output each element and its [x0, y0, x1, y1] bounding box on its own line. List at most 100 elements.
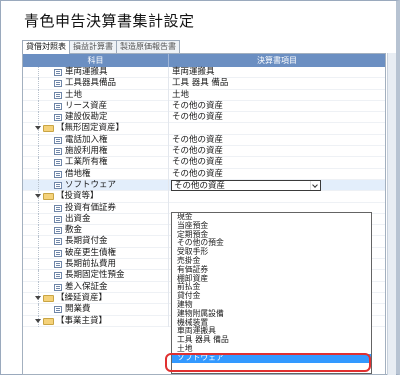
vertical-scrollbar[interactable]: [387, 53, 396, 375]
account-item-icon: [54, 306, 62, 314]
statement-item-cell[interactable]: 土地: [170, 90, 385, 101]
statement-item-value: その他の資産: [172, 168, 224, 179]
statement-item-cell[interactable]: その他の資産: [170, 101, 385, 112]
tree-folder-row[interactable]: 【投資等】: [23, 191, 385, 203]
account-cell: 【無形固定資産】: [23, 123, 169, 135]
tree-connector-line: [38, 179, 39, 192]
collapse-toggle-icon[interactable]: [35, 295, 41, 300]
statement-item-cell[interactable]: その他の資産: [170, 135, 385, 146]
account-item-icon: [54, 148, 62, 156]
tab-bar: 貸借対照表 損益計算書 製造原価報告書: [22, 40, 180, 54]
tree-connector-line: [38, 304, 39, 316]
statement-item-cell[interactable]: その他の資産: [170, 169, 385, 180]
account-cell: 長期前払費用: [23, 259, 169, 271]
statement-item-select[interactable]: その他の資産: [171, 179, 321, 191]
table-row[interactable]: 施設利用権 その他の資産: [23, 146, 385, 158]
category-label: 【無形固定資産】: [56, 123, 125, 134]
chevron-down-icon[interactable]: [310, 180, 320, 190]
tree-connector-line: [38, 67, 39, 79]
table-row[interactable]: 土地 土地: [23, 89, 385, 101]
account-cell: 施設利用権: [23, 146, 169, 158]
account-label: 建設仮勘定: [65, 112, 108, 123]
column-header-account[interactable]: 科目: [23, 54, 169, 67]
statement-item-dropdown-list: 現金 当座預金 定期預金 その他の預金 受取手形 売掛金 有価証券 棚卸資産 前払金 貸付金 建物建…: [171, 212, 372, 374]
grid-header: 科目 決算書項目: [23, 54, 385, 67]
account-item-icon: [54, 91, 62, 99]
account-item-icon: [54, 261, 62, 269]
account-cell: 長期固定性預金: [23, 270, 169, 282]
column-header-statement-item[interactable]: 決算書項目: [169, 54, 385, 67]
statement-item-value: 車両運搬具: [172, 67, 215, 77]
account-cell: 投資有価証券: [23, 202, 169, 214]
account-label: 長期固定性預金: [65, 270, 125, 281]
account-label: 工具器具備品: [65, 78, 117, 89]
folder-icon: [43, 193, 54, 201]
account-item-icon: [54, 227, 62, 235]
page-title: 青色申告決算書集計設定: [24, 12, 195, 30]
table-row[interactable]: 工具器具備品 工具 器具 備品: [23, 78, 385, 90]
table-row[interactable]: 電話加入権 その他の資産: [23, 134, 385, 147]
account-label: 長期前払費用: [65, 259, 117, 270]
tab-manufacturing-cost[interactable]: 製造原価報告書: [116, 40, 180, 53]
folder-icon: [43, 294, 54, 302]
statement-item-cell[interactable]: 工具 器具 備品: [170, 78, 385, 89]
table-row[interactable]: リース資産 その他の資産: [23, 100, 385, 113]
account-cell: 【投資等】: [23, 191, 169, 203]
folder-icon: [43, 317, 54, 325]
tab-balance-sheet[interactable]: 貸借対照表: [22, 40, 70, 54]
tree-connector-line: [38, 225, 39, 237]
account-cell: リース資産: [23, 100, 169, 113]
statement-item-cell[interactable]: [170, 123, 385, 134]
statement-item-cell[interactable]: その他の資産: [170, 179, 385, 191]
dropdown-option[interactable]: 棚卸資産: [172, 274, 371, 284]
category-label: 【繰延資産】: [56, 292, 108, 303]
account-cell: 工業所有権: [23, 157, 169, 169]
table-row[interactable]: 借地権 その他の資産: [23, 168, 385, 180]
tree-connector-line: [38, 157, 39, 169]
category-label: 【事業主貸】: [56, 315, 108, 326]
account-label: 敷金: [65, 225, 83, 236]
tree-connector-line: [38, 168, 39, 180]
account-label: 土地: [65, 89, 83, 100]
dropdown-option[interactable]: 貸付金: [172, 291, 371, 301]
account-item-icon: [54, 102, 62, 110]
statement-item-value: 土地: [172, 89, 190, 100]
dropdown-option[interactable]: 受取手形: [172, 247, 371, 257]
account-label: 工業所有権: [65, 157, 108, 168]
table-row[interactable]: 工業所有権 その他の資産: [23, 157, 385, 169]
tab-income-statement[interactable]: 損益計算書: [69, 40, 117, 53]
tree-connector-line: [38, 134, 39, 147]
statement-item-cell[interactable]: その他の資産: [170, 157, 385, 168]
account-label: 施設利用権: [65, 146, 108, 157]
account-item-icon: [54, 215, 62, 223]
statement-item-cell[interactable]: その他の資産: [170, 146, 385, 157]
statement-item-cell[interactable]: その他の資産: [170, 112, 385, 123]
statement-item-cell[interactable]: [170, 191, 385, 202]
account-label: ソフトウェア: [65, 179, 117, 190]
account-item-icon: [54, 80, 62, 88]
account-item-icon: [54, 283, 62, 291]
table-row[interactable]: 建設仮勘定 その他の資産: [23, 112, 385, 124]
table-row[interactable]: 車両運搬具 車両運搬具: [23, 67, 385, 79]
collapse-toggle-icon[interactable]: [35, 126, 41, 131]
tree-connector-line: [38, 281, 39, 293]
tree-connector-line: [38, 213, 39, 226]
dropdown-option[interactable]: 前払金: [172, 283, 371, 292]
statement-item-value: その他の資産: [172, 112, 224, 123]
statement-item-value: その他の資産: [172, 134, 224, 145]
account-cell: 車両運搬具: [23, 67, 169, 79]
account-item-icon: [54, 114, 62, 122]
table-row[interactable]: ソフトウェア その他の資産: [23, 179, 385, 192]
tree-folder-row[interactable]: 【無形固定資産】: [23, 123, 385, 135]
account-cell: 破産更生債権: [23, 247, 169, 260]
dropdown-option[interactable]: 工具 器具 備品: [172, 335, 371, 345]
statement-item-value: その他の資産: [172, 157, 224, 168]
collapse-toggle-icon[interactable]: [35, 318, 41, 323]
statement-item-cell[interactable]: 車両運搬具: [170, 67, 385, 78]
selection-highlight-ring: [165, 353, 371, 372]
tree-connector-line: [38, 202, 39, 214]
collapse-toggle-icon[interactable]: [35, 194, 41, 199]
tree-connector-line: [38, 259, 39, 271]
tree-connector-line: [38, 78, 39, 90]
tree-connector-line: [38, 100, 39, 113]
